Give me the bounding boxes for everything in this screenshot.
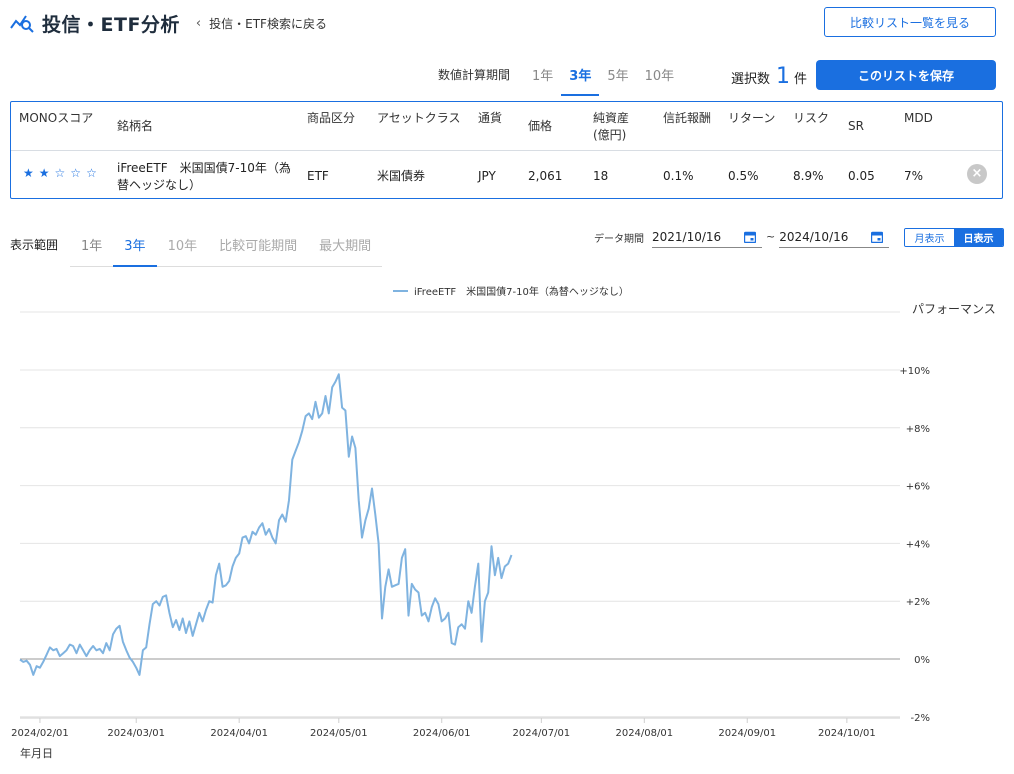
daily-view-button[interactable]: 日表示 (954, 229, 1003, 246)
cell-sr: 0.05 (848, 169, 875, 183)
calc-period-selector: 数値計算期間 1年 3年 5年 10年 (438, 60, 682, 96)
fund-name-line2: 替ヘッジなし） (117, 178, 202, 192)
x-tick-label: 2024/05/01 (310, 728, 368, 739)
header-return: リターン (728, 111, 776, 125)
y-tick-label: 0% (914, 655, 930, 666)
header-asset-class: アセットクラス (377, 111, 461, 125)
display-range-selector: 表示範囲 1年 3年 10年 比較可能期間 最大期間 (10, 228, 383, 268)
header-price: 価格 (528, 119, 553, 133)
header-name: 銘柄名 (117, 119, 154, 133)
cell-asset-class: 米国債券 (377, 169, 426, 183)
date-separator: ~ (766, 230, 776, 243)
cell-product: ETF (307, 169, 329, 183)
remove-fund-icon[interactable]: × (967, 164, 987, 184)
start-date-input[interactable]: 2021/10/16 (652, 226, 762, 248)
y-axis-label: パフォーマンス (912, 302, 996, 316)
header-sr: SR (848, 119, 864, 133)
analysis-logo-icon (10, 15, 34, 33)
back-to-search-link[interactable]: ‹ 投信・ETF検索に戻る (196, 15, 327, 32)
calc-period-tab-10y[interactable]: 10年 (637, 60, 683, 96)
calc-period-label: 数値計算期間 (438, 68, 511, 82)
star-empty-icon: ☆ (54, 166, 66, 180)
header-net-assets: 純資産 (億円) (593, 110, 629, 144)
x-tick-label: 2024/04/01 (210, 728, 268, 739)
series-line (19, 373, 513, 676)
cell-return: 0.5% (728, 169, 759, 183)
x-tick-label: 2024/02/01 (11, 728, 69, 739)
x-tick-label: 2024/07/01 (513, 728, 571, 739)
view-mode-toggle: 月表示 日表示 (904, 228, 1004, 247)
cell-fee: 0.1% (663, 169, 694, 183)
cell-risk: 8.9% (793, 169, 824, 183)
calc-period-tab-3y[interactable]: 3年 (561, 60, 600, 96)
range-tab-comparable[interactable]: 比較可能期間 (208, 228, 308, 267)
x-tick-label: 2024/10/01 (818, 728, 876, 739)
y-tick-label: +4% (906, 539, 930, 550)
header-net-assets-line1: 純資産 (593, 111, 630, 125)
cell-price: 2,061 (528, 169, 563, 183)
compare-list-button[interactable]: 比較リスト一覧を見る (824, 7, 996, 37)
display-range-tabs: 1年 3年 10年 比較可能期間 最大期間 (70, 228, 383, 267)
chevron-left-icon: ‹ (195, 15, 202, 31)
page-header: 投信・ETF分析 ‹ 投信・ETF検索に戻る (10, 8, 327, 38)
performance-chart: +10% +8% +6% +4% +2% 0% -2% 2024/02/01 2024/03/0… (11, 285, 996, 739)
cell-currency: JPY (478, 169, 496, 183)
y-tick-label: +2% (906, 597, 930, 608)
x-tick-label: 2024/06/01 (413, 728, 471, 739)
range-tab-3y[interactable]: 3年 (113, 228, 157, 267)
y-tick-label: +6% (906, 482, 930, 493)
end-date-value: 2024/10/16 (779, 229, 849, 244)
star-filled-icon: ★ (23, 166, 34, 180)
back-link-label: 投信・ETF検索に戻る (209, 16, 327, 31)
legend-label: iFreeETF 米国国債7-10年（為替ヘッジなし） (414, 285, 629, 298)
table-divider (11, 150, 1002, 151)
header-net-assets-line2: (億円) (593, 128, 627, 142)
header-risk: リスク (793, 111, 830, 125)
save-list-button[interactable]: このリストを保存 (816, 60, 996, 90)
page-title: 投信・ETF分析 (42, 13, 180, 36)
end-date-input[interactable]: 2024/10/16 (779, 226, 890, 248)
star-empty-icon: ☆ (86, 166, 97, 180)
range-tab-10y[interactable]: 10年 (157, 228, 209, 267)
selection-count: 選択数 1 件 (731, 64, 807, 89)
selection-count-number: 1 (776, 64, 791, 89)
star-empty-icon: ☆ (70, 166, 82, 180)
header-score: MONOスコア (19, 111, 94, 125)
fund-comparison-table: MONOスコア 銘柄名 商品区分 アセットクラス 通貨 価格 純資産 (億円) … (10, 101, 1003, 199)
display-range-label: 表示範囲 (10, 238, 59, 252)
selection-count-prefix: 選択数 (731, 72, 771, 87)
x-tick-label: 2024/08/01 (615, 728, 673, 739)
x-tick-label: 2024/03/01 (107, 728, 165, 739)
range-tab-1y[interactable]: 1年 (70, 228, 113, 267)
calc-period-tab-5y[interactable]: 5年 (599, 60, 636, 96)
header-fee: 信託報酬 (663, 111, 712, 125)
fund-name-line1: iFreeETF 米国国債7-10年（為 (117, 161, 291, 175)
x-axis-label: 年月日 (20, 747, 53, 760)
star-filled-icon: ★ (38, 166, 50, 180)
data-period-picker: データ期間 2021/10/16 ~ 2024/10/16 (594, 226, 890, 248)
cell-mdd: 7% (904, 169, 924, 183)
calc-period-tab-1y[interactable]: 1年 (524, 60, 561, 96)
mono-score-stars: ★ ★ ☆ ☆ ☆ (23, 166, 97, 180)
header-mdd: MDD (904, 111, 933, 125)
selection-count-suffix: 件 (794, 72, 808, 87)
calendar-icon[interactable] (744, 231, 756, 243)
header-product: 商品区分 (307, 111, 356, 125)
cell-net-assets: 18 (593, 169, 609, 183)
y-tick-label: -2% (911, 713, 930, 724)
start-date-value: 2021/10/16 (652, 229, 722, 244)
fund-name-link[interactable]: iFreeETF 米国国債7-10年（為 替ヘッジなし） (117, 160, 291, 194)
y-tick-label: +10% (899, 366, 930, 377)
range-tab-max[interactable]: 最大期間 (308, 228, 382, 267)
monthly-view-button[interactable]: 月表示 (905, 229, 954, 246)
header-currency: 通貨 (478, 111, 503, 125)
x-tick-label: 2024/09/01 (718, 728, 776, 739)
y-tick-label: +8% (906, 424, 930, 435)
data-period-label: データ期間 (594, 234, 644, 245)
calendar-icon[interactable] (871, 231, 884, 243)
